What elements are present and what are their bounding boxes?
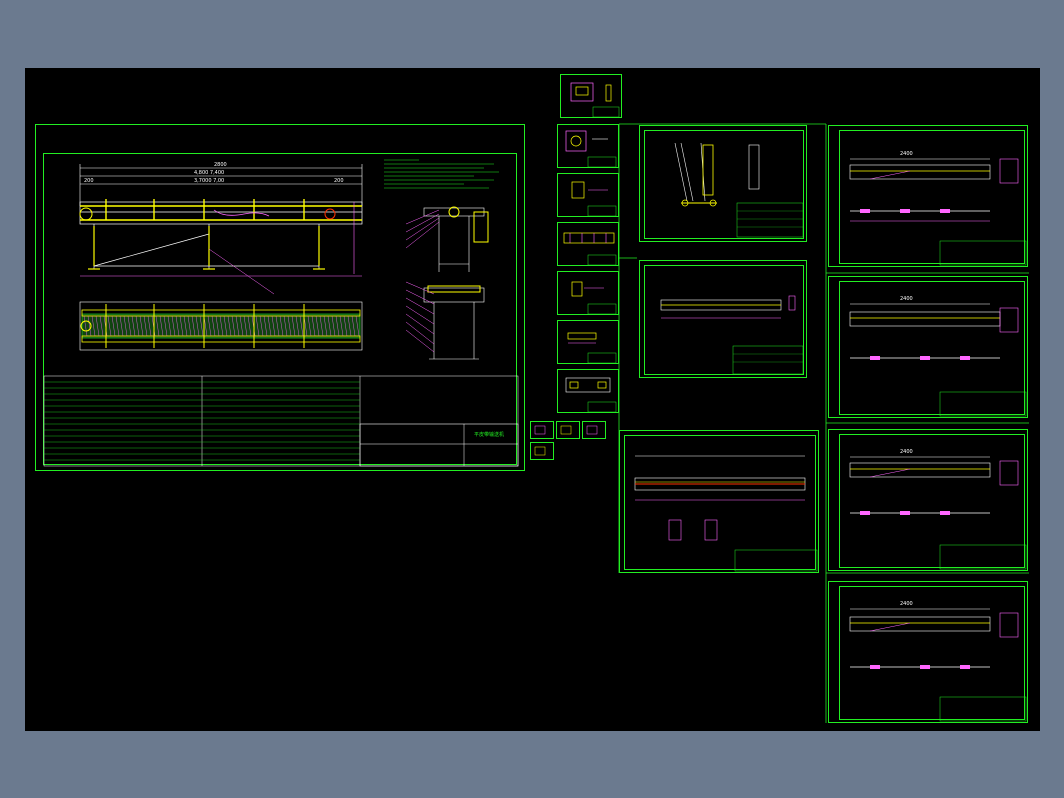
detail-sheet-6[interactable] bbox=[557, 369, 619, 413]
detail-1-graphics bbox=[565, 130, 617, 168]
main-assembly-graphics bbox=[43, 159, 519, 467]
part-sheet-b[interactable] bbox=[639, 260, 807, 378]
frame-sheet-4-frame: 2400 bbox=[839, 586, 1027, 722]
part-a-graphics bbox=[674, 142, 804, 238]
title-block-name: 平皮带输送机 bbox=[474, 432, 505, 438]
frame-sheet-1-frame: 2400 bbox=[839, 130, 1027, 266]
frame-2-dim: 2400 bbox=[900, 296, 913, 302]
part-sheet-a-frame bbox=[644, 130, 804, 239]
detail-6-graphics bbox=[565, 377, 617, 413]
frame-1-dim: 2400 bbox=[900, 151, 913, 157]
part-sheet-c-frame bbox=[624, 435, 818, 572]
detail-top-graphics bbox=[570, 82, 620, 118]
detail-5-graphics bbox=[567, 332, 617, 364]
detail-sheet-4[interactable] bbox=[557, 271, 619, 315]
cad-viewport[interactable]: 2800 4,800 7,400 3,7000 7,00 200 200 平皮带… bbox=[25, 68, 1040, 731]
part-sheet-a[interactable] bbox=[639, 125, 807, 242]
frame-sheet-3[interactable]: 2400 bbox=[828, 429, 1028, 571]
frame-sheet-2[interactable]: 2400 bbox=[828, 276, 1028, 418]
part-b-graphics bbox=[660, 295, 804, 375]
detail-4-graphics bbox=[571, 281, 617, 315]
dim-right: 200 bbox=[334, 178, 344, 184]
detail-mini-1-graphics bbox=[534, 425, 546, 435]
detail-sheet-2[interactable] bbox=[557, 173, 619, 217]
frame-1-graphics bbox=[849, 158, 1027, 266]
frame-3-graphics bbox=[849, 456, 1027, 570]
detail-3-graphics bbox=[563, 232, 617, 266]
detail-mini-2[interactable] bbox=[556, 421, 580, 439]
frame-2-graphics bbox=[849, 303, 1027, 417]
frame-4-graphics bbox=[849, 608, 1027, 722]
main-assembly-sheet[interactable]: 2800 4,800 7,400 3,7000 7,00 200 200 平皮带… bbox=[35, 124, 525, 471]
detail-sheet-3[interactable] bbox=[557, 222, 619, 266]
detail-mini-1[interactable] bbox=[530, 421, 554, 439]
dim-inner-a: 4,800 7,400 bbox=[194, 170, 225, 176]
detail-mini-2-graphics bbox=[560, 425, 572, 435]
frame-3-dim: 2400 bbox=[900, 449, 913, 455]
detail-sheet-5[interactable] bbox=[557, 320, 619, 364]
detail-sheet-1[interactable] bbox=[557, 124, 619, 168]
detail-mini-3[interactable] bbox=[582, 421, 606, 439]
part-sheet-b-frame bbox=[644, 265, 804, 375]
detail-sheet-top[interactable] bbox=[560, 74, 622, 118]
frame-sheet-3-frame: 2400 bbox=[839, 434, 1027, 570]
detail-mini-4[interactable] bbox=[530, 442, 554, 460]
frame-sheet-1[interactable]: 2400 bbox=[828, 125, 1028, 267]
detail-mini-4-graphics bbox=[534, 446, 546, 456]
dim-inner-b: 3,7000 7,00 bbox=[194, 178, 225, 184]
dim-left: 200 bbox=[84, 178, 94, 184]
frame-4-dim: 2400 bbox=[900, 601, 913, 607]
detail-mini-3-graphics bbox=[586, 425, 598, 435]
main-assembly-drawing-frame: 2800 4,800 7,400 3,7000 7,00 200 200 平皮带… bbox=[43, 153, 519, 467]
frame-sheet-2-frame: 2400 bbox=[839, 281, 1027, 417]
part-c-graphics bbox=[634, 455, 818, 572]
part-sheet-c[interactable] bbox=[619, 430, 819, 573]
frame-sheet-4[interactable]: 2400 bbox=[828, 581, 1028, 723]
detail-2-graphics bbox=[571, 181, 617, 217]
dim-overall: 2800 bbox=[214, 162, 227, 168]
